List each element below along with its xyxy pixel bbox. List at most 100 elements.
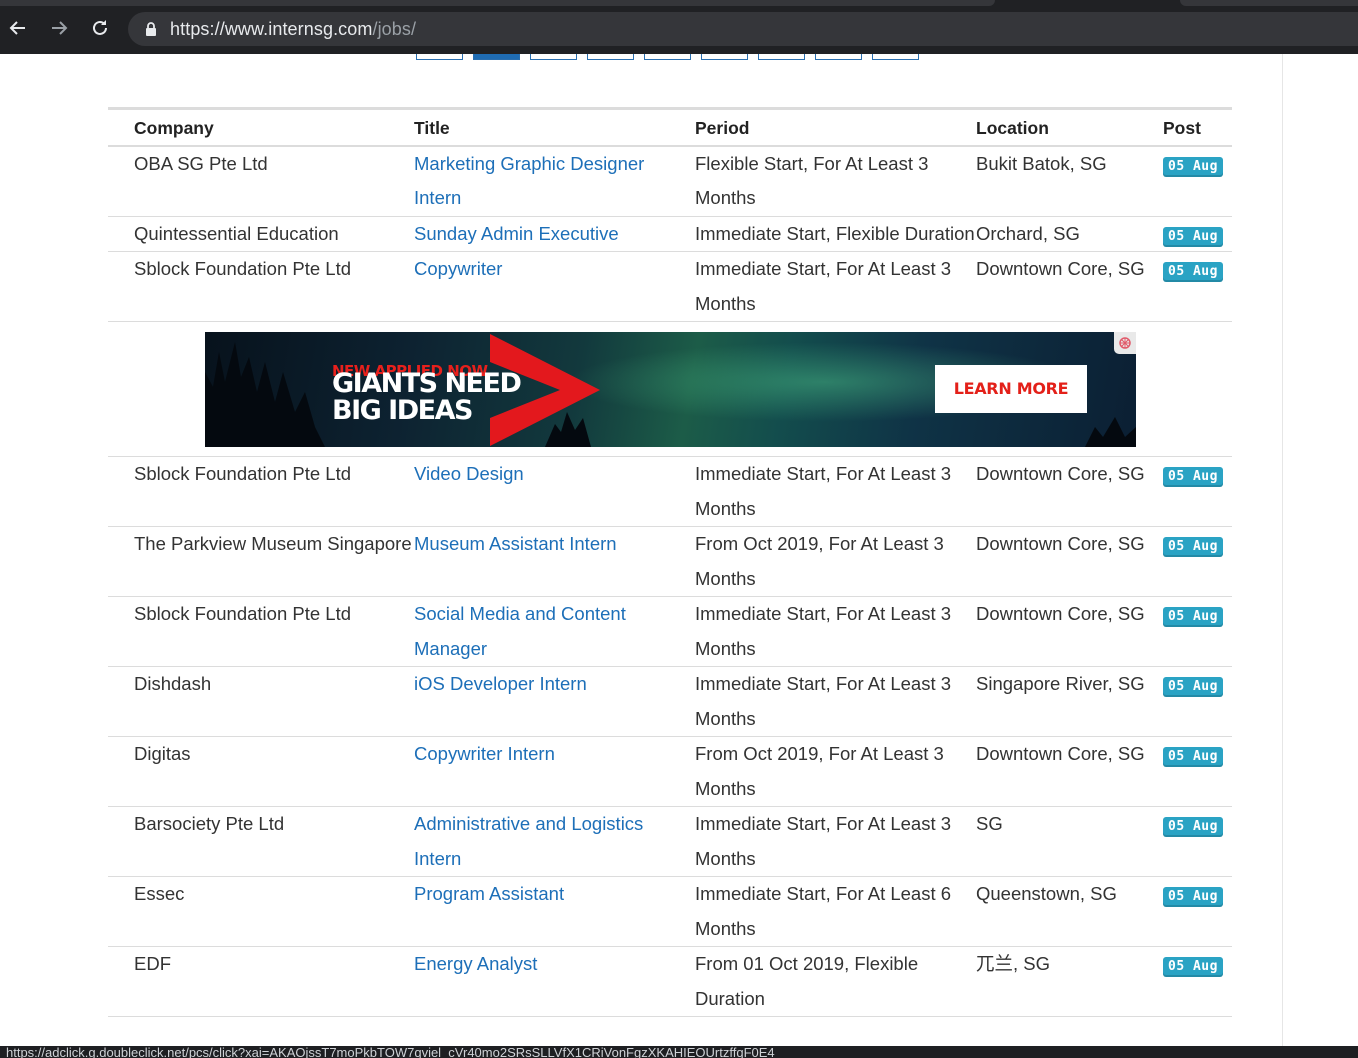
address-bar[interactable]: https://www.internsg.com/jobs/ (128, 12, 1358, 46)
period-cell: Flexible Start, For At Least 3 Months (695, 145, 976, 217)
job-title-link[interactable]: Video Design (414, 463, 524, 484)
company-text: Essec (134, 883, 185, 904)
title-cell: Copywriter Intern (414, 736, 695, 807)
post-date-badge: 05 Aug (1163, 467, 1223, 487)
post-date-cell: 05 Aug (1163, 806, 1232, 877)
location-text: Downtown Core, SG (976, 743, 1145, 764)
company-cell: OBA SG Pte Ltd (108, 145, 414, 217)
page-link[interactable] (815, 54, 862, 60)
job-title-link[interactable]: Copywriter Intern (414, 743, 555, 764)
adchoices-icon[interactable] (1114, 332, 1136, 354)
page-content: Company Title Period Location Post OBA S… (0, 54, 1358, 1046)
location-text: Downtown Core, SG (976, 463, 1145, 484)
company-text: Dishdash (134, 673, 212, 694)
active-tab-edge[interactable] (0, 0, 995, 6)
back-button[interactable] (6, 16, 30, 40)
table-body-top: OBA SG Pte Ltd Marketing Graphic Designer… (108, 145, 1232, 322)
period-cell: Immediate Start, For At Least 6 Months (695, 876, 976, 947)
period-cell: From Oct 2019, For At Least 3 Months (695, 736, 976, 807)
location-cell: Downtown Core, SG (976, 596, 1163, 667)
content-border (1282, 54, 1283, 1046)
company-cell: Quintessential Education (108, 216, 414, 252)
title-cell: Marketing Graphic Designer Intern (414, 145, 695, 217)
page-link-current[interactable] (473, 54, 520, 60)
company-text: Digitas (134, 743, 191, 764)
post-date-cell: 05 Aug (1163, 526, 1232, 597)
reload-button[interactable] (88, 16, 112, 40)
period-cell: Immediate Start, For At Least 3 Months (695, 806, 976, 877)
ad-row: NEW APPLIED NOW GIANTS NEED BIG IDEAS LE… (108, 321, 1232, 457)
post-date-cell: 05 Aug (1163, 666, 1232, 737)
company-text: Sblock Foundation Pte Ltd (134, 258, 352, 279)
table-body-bottom: Sblock Foundation Pte Ltd Video Design Imm… (108, 456, 1232, 1017)
job-title-link[interactable]: iOS Developer Intern (414, 673, 587, 694)
job-title-link[interactable]: Program Assistant (414, 883, 564, 904)
arrow-right-icon (52, 21, 68, 35)
ad-section: NEW APPLIED NOW GIANTS NEED BIG IDEAS LE… (108, 321, 1232, 457)
page-link[interactable] (416, 54, 463, 60)
ad-banner[interactable]: NEW APPLIED NOW GIANTS NEED BIG IDEAS LE… (205, 332, 1136, 447)
period-cell: Immediate Start, For At Least 3 Months (695, 251, 976, 322)
period-cell: Immediate Start, For At Least 3 Months (695, 596, 976, 667)
location-text: Queenstown, SG (976, 883, 1117, 904)
table-row: EDF Energy Analyst From 01 Oct 2019, Flexi… (108, 946, 1232, 1017)
page-link[interactable] (701, 54, 748, 60)
job-title-link[interactable]: Social Media and Content Manager (414, 603, 626, 659)
table-row: Quintessential Education Sunday Admin Exe… (108, 216, 1232, 252)
post-date-badge: 05 Aug (1163, 537, 1223, 557)
table-row: Sblock Foundation Pte Ltd Video Design Imm… (108, 456, 1232, 527)
company-text: The Parkview Museum Singapore (134, 533, 412, 554)
period-text: From Oct 2019, For At Least 3 Months (695, 533, 944, 589)
url-host: https://www.internsg.com (170, 18, 373, 39)
lock-icon[interactable] (144, 20, 158, 38)
other-tab-edge[interactable] (1180, 0, 1358, 6)
company-text: EDF (134, 953, 171, 974)
url-text[interactable]: https://www.internsg.com/jobs/ (170, 19, 416, 40)
post-date-badge: 05 Aug (1163, 957, 1223, 977)
company-text: Sblock Foundation Pte Ltd (134, 603, 352, 624)
company-text: OBA SG Pte Ltd (134, 152, 268, 174)
page-link[interactable] (587, 54, 634, 60)
post-date-badge: 05 Aug (1163, 677, 1223, 697)
table-row: Dishdash iOS Developer Intern Immediate St… (108, 666, 1232, 737)
tab-strip (0, 0, 1358, 7)
period-cell: From Oct 2019, For At Least 3 Months (695, 526, 976, 597)
col-company: Company (108, 108, 414, 147)
title-cell: Administrative and Logistics Intern (414, 806, 695, 877)
location-text: Bukit Batok, SG (976, 152, 1107, 174)
company-cell: The Parkview Museum Singapore (108, 526, 414, 597)
location-text: Downtown Core, SG (976, 258, 1145, 279)
company-text: Sblock Foundation Pte Ltd (134, 463, 352, 484)
period-cell: Immediate Start, For At Least 3 Months (695, 666, 976, 737)
table-header: Company Title Period Location Post (108, 108, 1232, 147)
period-text: From 01 Oct 2019, Flexible Duration (695, 953, 919, 1009)
location-text: SG (976, 813, 1003, 834)
job-title-link[interactable]: Administrative and Logistics Intern (414, 813, 643, 869)
job-title-link[interactable]: Marketing Graphic Designer Intern (414, 153, 644, 209)
job-title-link[interactable]: Museum Assistant Intern (414, 533, 617, 554)
table-row: OBA SG Pte Ltd Marketing Graphic Designer… (108, 145, 1232, 217)
title-cell: Program Assistant (414, 876, 695, 947)
page-link[interactable] (872, 54, 919, 60)
post-date-badge: 05 Aug (1163, 156, 1223, 177)
col-title: Title (414, 108, 695, 147)
job-title-link[interactable]: Copywriter (414, 258, 502, 279)
location-cell: 兀兰, SG (976, 946, 1163, 1017)
post-date-cell: 05 Aug (1163, 216, 1232, 252)
title-cell: Museum Assistant Intern (414, 526, 695, 597)
learn-more-button[interactable]: LEARN MORE (935, 365, 1087, 413)
job-title-link[interactable]: Energy Analyst (414, 953, 537, 974)
page-link[interactable] (644, 54, 691, 60)
col-post: Post (1163, 108, 1232, 147)
table-row: The Parkview Museum Singapore Museum Assi… (108, 526, 1232, 597)
job-title-link[interactable]: Sunday Admin Executive (414, 223, 619, 244)
forward-button[interactable] (47, 16, 71, 40)
table-row: Digitas Copywriter Intern From Oct 2019, F… (108, 736, 1232, 807)
title-cell: Copywriter (414, 251, 695, 322)
col-location: Location (976, 108, 1163, 147)
company-cell: Sblock Foundation Pte Ltd (108, 251, 414, 322)
page-link[interactable] (530, 54, 577, 60)
page-link[interactable] (758, 54, 805, 60)
table-row: Sblock Foundation Pte Ltd Social Media an… (108, 596, 1232, 667)
company-cell: Sblock Foundation Pte Ltd (108, 456, 414, 527)
